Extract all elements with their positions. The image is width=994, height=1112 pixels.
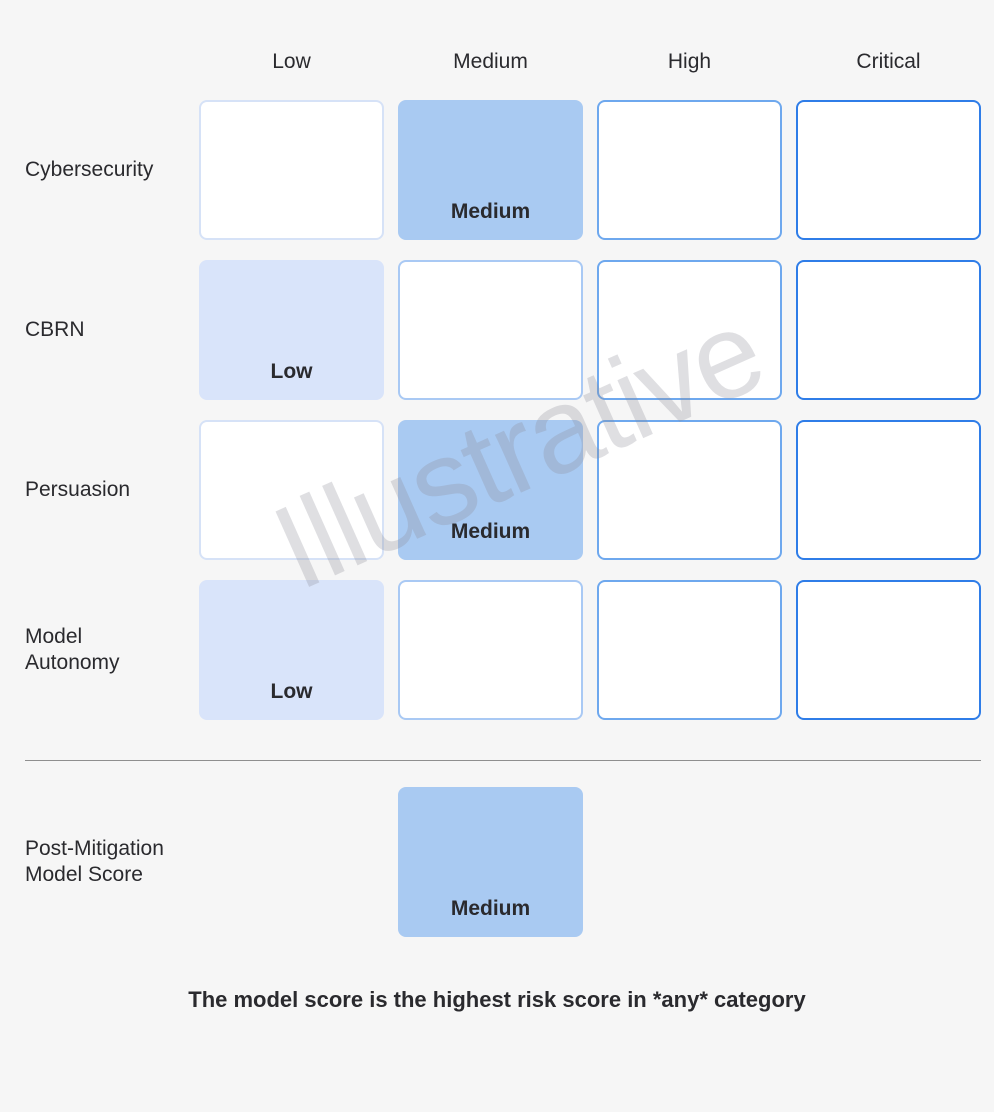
cell-cybersecurity-low: [199, 100, 384, 240]
cell-label: Medium: [451, 520, 530, 544]
cell-cybersecurity-critical: [796, 100, 981, 240]
cell-label: Low: [271, 360, 313, 384]
column-header-medium: Medium: [398, 50, 583, 80]
row-label-cybersecurity: Cybersecurity: [25, 157, 185, 183]
column-header-low: Low: [199, 50, 384, 80]
divider: [25, 760, 981, 761]
cell-cybersecurity-medium: Medium: [398, 100, 583, 240]
cell-model-autonomy-medium: [398, 580, 583, 720]
cell-cbrn-low: Low: [199, 260, 384, 400]
cell-label: Low: [271, 680, 313, 704]
cell-model-autonomy-low: Low: [199, 580, 384, 720]
cell-persuasion-medium: Medium: [398, 420, 583, 560]
row-label-persuasion: Persuasion: [25, 477, 185, 503]
risk-matrix-grid: Low Medium High Critical Cybersecurity M…: [25, 50, 969, 937]
footer-caption: The model score is the highest risk scor…: [25, 987, 969, 1013]
cell-persuasion-critical: [796, 420, 981, 560]
cell-persuasion-low: [199, 420, 384, 560]
cell-label: Medium: [451, 897, 530, 921]
cell-label: Medium: [451, 200, 530, 224]
column-header-high: High: [597, 50, 782, 80]
cell-summary-medium: Medium: [398, 787, 583, 937]
cell-cybersecurity-high: [597, 100, 782, 240]
cell-persuasion-high: [597, 420, 782, 560]
row-label-cbrn: CBRN: [25, 317, 185, 343]
cell-model-autonomy-high: [597, 580, 782, 720]
column-header-critical: Critical: [796, 50, 981, 80]
cell-cbrn-medium: [398, 260, 583, 400]
cell-cbrn-critical: [796, 260, 981, 400]
cell-cbrn-high: [597, 260, 782, 400]
row-label-summary: Post-Mitigation Model Score: [25, 836, 185, 889]
cell-model-autonomy-critical: [796, 580, 981, 720]
row-label-model-autonomy: Model Autonomy: [25, 624, 185, 677]
